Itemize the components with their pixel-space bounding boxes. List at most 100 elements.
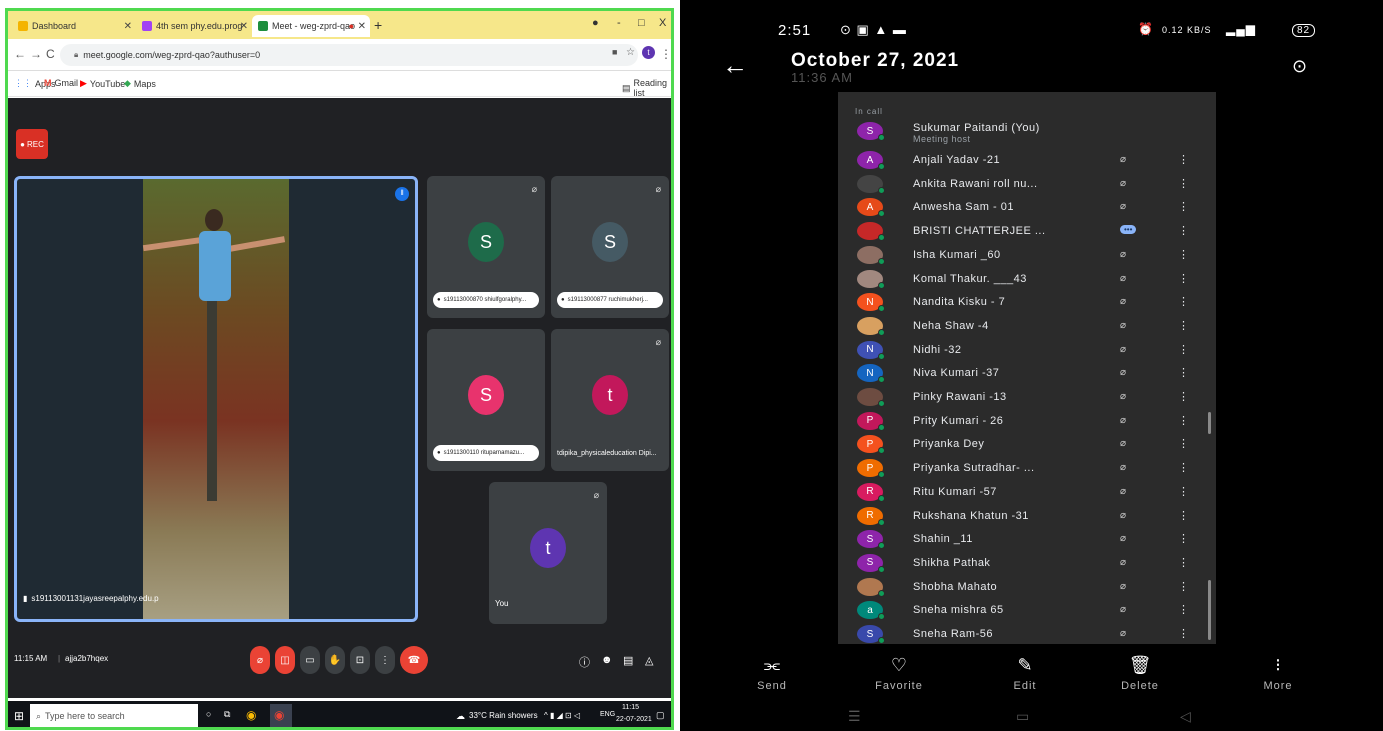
participant-row[interactable]: P Prity Kumari - 26 ⌀ ⋮ (838, 410, 1208, 433)
more-options-button[interactable]: ⋮ (375, 646, 395, 674)
minimize-button[interactable]: - (617, 17, 621, 29)
participant-row[interactable]: R Ritu Kumari -57 ⌀ ⋮ (838, 481, 1208, 504)
participant-row[interactable]: N Nandita Kisku - 7 ⌀ ⋮ (838, 291, 1208, 314)
people-icon[interactable]: ☻ (601, 654, 613, 666)
participant-row[interactable]: A Anwesha Sam - 01 ⌀ ⋮ (838, 196, 1208, 219)
leave-call-button[interactable]: ☎ (400, 646, 428, 674)
participant-more-icon[interactable]: ⋮ (1178, 556, 1189, 569)
system-tray-icons[interactable]: ^ ▮ ◢ ⊡ ◁ (544, 711, 580, 720)
scrollbar-track[interactable] (1208, 580, 1211, 640)
participant-row[interactable]: P Priyanka Dey ⌀ ⋮ (838, 433, 1208, 456)
favorite-button[interactable]: ♡ Favorite (864, 655, 934, 692)
participant-more-icon[interactable]: ⋮ (1178, 580, 1189, 593)
bookmark-youtube[interactable]: ▶ YouTube (80, 78, 125, 89)
participant-row[interactable]: S Shikha Pathak ⌀ ⋮ (838, 552, 1208, 575)
weather-text[interactable]: 33°C Rain showers (469, 711, 538, 720)
bookmark-gmail[interactable]: M Gmail (44, 78, 78, 88)
chrome-icon[interactable]: ◉ (246, 708, 256, 722)
close-tab-icon[interactable]: ✕ (358, 21, 366, 32)
tab-dashboard[interactable]: Dashboard ✕ (12, 15, 136, 37)
home-nav-icon[interactable]: ▭ (1016, 708, 1029, 725)
participant-more-icon[interactable]: ⋮ (1178, 509, 1189, 522)
camera-permission-icon[interactable]: ■ (612, 47, 617, 57)
google-lens-icon[interactable]: ⊙ (1292, 56, 1307, 77)
scrollbar-thumb[interactable] (1208, 412, 1211, 434)
cortana-icon[interactable]: ○ (206, 709, 211, 719)
tab-4th-sem[interactable]: 4th sem phy.edu.prog ✕ (136, 15, 252, 37)
tab-meet[interactable]: Meet - weg-zprd-qao ● ✕ (252, 15, 370, 37)
main-video-tile[interactable]: ⦀ ▮ s19113001131jayasreepalphy.edu.p (14, 176, 418, 622)
participant-more-icon[interactable]: ⋮ (1178, 603, 1189, 616)
host-row[interactable]: S Sukumar Paitandi (You) Meeting host (838, 120, 1208, 148)
info-icon[interactable]: ⓘ (579, 654, 590, 670)
participant-more-icon[interactable]: ⋮ (1178, 224, 1189, 237)
participant-row[interactable]: Shobha Mahato ⌀ ⋮ (838, 576, 1208, 599)
captions-button[interactable]: ▭ (300, 646, 320, 674)
camera-toggle-button[interactable]: ◫ (275, 646, 295, 674)
participant-more-icon[interactable]: ⋮ (1178, 414, 1189, 427)
participant-more-icon[interactable]: ⋮ (1178, 248, 1189, 261)
participant-tile[interactable]: ⌀ S ● s19113000870 shiulfgoralphy... (427, 176, 545, 318)
bookmark-maps[interactable]: ◆ Maps (124, 78, 156, 89)
participant-more-icon[interactable]: ⋮ (1178, 272, 1189, 285)
participant-more-icon[interactable]: ⋮ (1178, 177, 1189, 190)
participant-more-icon[interactable]: ⋮ (1178, 390, 1189, 403)
url-input[interactable]: 🔒︎ meet.google.com/weg-zprd-qao?authuser… (60, 44, 638, 66)
participant-row[interactable]: Pinky Rawani -13 ⌀ ⋮ (838, 386, 1208, 409)
participant-more-icon[interactable]: ⋮ (1178, 200, 1189, 213)
back-arrow-icon[interactable]: ← (14, 47, 26, 61)
reload-icon[interactable]: C (46, 47, 55, 61)
participant-row[interactable]: Neha Shaw -4 ⌀ ⋮ (838, 315, 1208, 338)
raise-hand-button[interactable]: ✋ (325, 646, 345, 674)
taskbar-search-input[interactable]: ⌕ Type here to search (30, 704, 198, 727)
participant-more-icon[interactable]: ⋮ (1178, 295, 1189, 308)
more-button[interactable]: ⁝ More (1243, 655, 1313, 692)
participant-row[interactable]: S Sneha Ram-56 ⌀ ⋮ (838, 623, 1208, 646)
participant-row[interactable]: Ankita Rawani roll nu... ⌀ ⋮ (838, 173, 1208, 196)
participant-row[interactable]: N Nidhi -32 ⌀ ⋮ (838, 339, 1208, 362)
participant-more-icon[interactable]: ⋮ (1178, 366, 1189, 379)
reading-list-button[interactable]: ▤ Reading list (622, 78, 671, 98)
back-nav-icon[interactable]: ◁ (1180, 708, 1191, 725)
participant-more-icon[interactable]: ⋮ (1178, 319, 1189, 332)
participant-row[interactable]: P Priyanka Sutradhar- ... ⌀ ⋮ (838, 457, 1208, 480)
bookmark-star-icon[interactable]: ☆ (626, 47, 635, 58)
activities-icon[interactable]: ◬ (645, 654, 653, 667)
participant-tile[interactable]: ⌀ S ● s19113000877 ruchimukherj... (551, 176, 669, 318)
close-tab-icon[interactable]: ✕ (240, 21, 248, 32)
participant-more-icon[interactable]: ⋮ (1178, 627, 1189, 640)
mic-toggle-button[interactable]: ⌀ (250, 646, 270, 674)
maximize-button[interactable]: □ (638, 17, 645, 29)
participant-tile[interactable]: S ● s1911300110 rituparnamazu... (427, 329, 545, 471)
language-indicator[interactable]: ENG (600, 711, 615, 718)
new-tab-button[interactable]: + (374, 17, 382, 33)
participant-more-icon[interactable]: ⋮ (1178, 532, 1189, 545)
participant-row[interactable]: A Anjali Yadav -21 ⌀ ⋮ (838, 149, 1208, 172)
task-view-icon[interactable]: ⧉ (224, 709, 230, 720)
participant-row[interactable]: BRISTI CHATTERJEE ... ••• ⋮ (838, 220, 1208, 243)
menu-kebab-icon[interactable]: ⋮ (660, 47, 671, 61)
participant-tile[interactable]: ⌀ t tdipika_physicaleducation Dipi... (551, 329, 669, 471)
notification-icon[interactable]: ▢ (656, 710, 665, 721)
windows-start-icon[interactable]: ⊞ (14, 709, 24, 723)
clock-time[interactable]: 11:15 (622, 704, 639, 711)
profile-avatar[interactable]: t (642, 46, 655, 59)
participant-more-icon[interactable]: ⋮ (1178, 153, 1189, 166)
recents-nav-icon[interactable]: ☰ (848, 708, 861, 725)
participant-more-icon[interactable]: ⋮ (1178, 343, 1189, 356)
participant-row[interactable]: S Shahin _11 ⌀ ⋮ (838, 528, 1208, 551)
back-arrow-icon[interactable]: ← (722, 50, 748, 81)
self-tile[interactable]: ⌀ t You (489, 482, 607, 624)
present-button[interactable]: ⊡ (350, 646, 370, 674)
participant-more-icon[interactable]: ⋮ (1178, 437, 1189, 450)
participant-row[interactable]: Komal Thakur. ___43 ⌀ ⋮ (838, 268, 1208, 291)
send-button[interactable]: ⫘ Send (737, 655, 807, 692)
participant-row[interactable]: N Niva Kumari -37 ⌀ ⋮ (838, 362, 1208, 385)
participant-more-icon[interactable]: ⋮ (1178, 461, 1189, 474)
close-window-button[interactable]: X (659, 17, 666, 29)
participant-row[interactable]: a Sneha mishra 65 ⌀ ⋮ (838, 599, 1208, 622)
participant-row[interactable]: R Rukshana Khatun -31 ⌀ ⋮ (838, 505, 1208, 528)
clock-date[interactable]: 22-07-2021 (616, 716, 652, 723)
chat-icon[interactable]: ▤ (623, 654, 633, 667)
delete-button[interactable]: 🗑︎ Delete (1105, 655, 1175, 692)
